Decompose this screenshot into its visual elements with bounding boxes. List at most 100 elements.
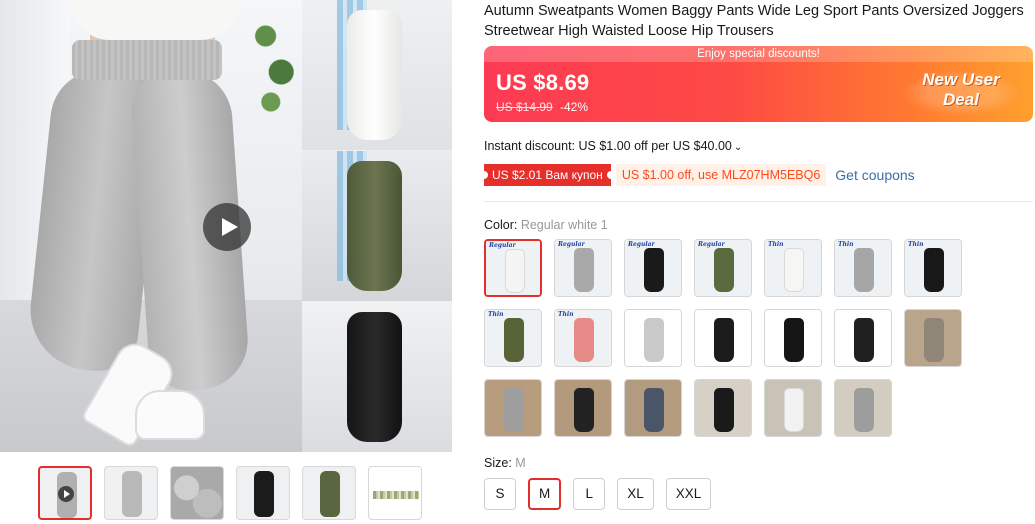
side-image-black-pants[interactable] (302, 302, 452, 452)
color-option[interactable] (554, 379, 612, 437)
color-option-tag: Regular (489, 242, 516, 249)
divider (484, 201, 1033, 202)
product-image-gallery (0, 0, 452, 452)
color-option-pants (714, 388, 734, 432)
black-pants (347, 312, 402, 442)
white-pants (347, 10, 402, 140)
color-option[interactable] (484, 379, 542, 437)
color-option-pants (924, 248, 944, 292)
right-sneaker (135, 390, 205, 440)
new-user-deal-badge: New User Deal (901, 70, 1021, 116)
color-option[interactable]: Regular (554, 239, 612, 297)
color-option[interactable]: Thin (904, 239, 962, 297)
side-image-olive-pants[interactable] (302, 151, 452, 301)
instant-discount-text: Instant discount: US $1.00 off per US $4… (484, 139, 732, 153)
thumbnail-grey-pants[interactable] (104, 466, 158, 520)
color-option-pants (644, 248, 664, 292)
size-options: S M L XL XXL (484, 478, 712, 510)
color-option-pants (644, 388, 664, 432)
thumbnail-video[interactable] (38, 466, 92, 520)
get-coupons-link[interactable]: Get coupons (835, 167, 914, 183)
color-option[interactable] (764, 309, 822, 367)
color-option[interactable] (834, 379, 892, 437)
size-option-s[interactable]: S (484, 478, 516, 510)
color-option[interactable]: Regular (694, 239, 752, 297)
thumbnail-pants (254, 471, 274, 517)
size-option-xxl[interactable]: XXL (665, 478, 712, 510)
color-option-pants (504, 318, 524, 362)
model-top (70, 0, 240, 40)
color-option[interactable]: Thin (834, 239, 892, 297)
color-option-pants (574, 248, 594, 292)
product-info: Autumn Sweatpants Women Baggy Pants Wide… (480, 0, 1035, 510)
thumbnail-fabric[interactable] (170, 466, 224, 520)
thumbnail-black-pants[interactable] (236, 466, 290, 520)
color-option-tag: Regular (628, 241, 655, 248)
size-option-l[interactable]: L (573, 478, 606, 510)
color-option[interactable] (904, 309, 962, 367)
size-label-text: Size: (484, 456, 512, 470)
color-option-pants (574, 388, 594, 432)
play-video-button[interactable] (203, 203, 251, 251)
color-option[interactable]: Thin (554, 309, 612, 367)
color-option-pants (854, 388, 874, 432)
size-label: Size: M (484, 456, 526, 470)
main-product-image[interactable] (0, 0, 302, 452)
size-option-xl[interactable]: XL (617, 478, 654, 510)
product-title: Autumn Sweatpants Women Baggy Pants Wide… (484, 3, 1024, 39)
color-options: Regular Regular Regular Regular Thin Thin Thin… (484, 239, 974, 437)
color-option[interactable]: Regular (484, 239, 542, 297)
color-option-tag: Thin (908, 241, 924, 248)
color-option-pants (784, 318, 804, 362)
color-option-tag: Thin (838, 241, 854, 248)
selected-color: Regular white 1 (520, 218, 608, 232)
badge-line-2: Deal (943, 90, 979, 109)
color-option-pants (505, 249, 525, 293)
selected-size: M (515, 456, 526, 470)
color-option-tag: Thin (488, 311, 504, 318)
badge-line-1: New User (922, 70, 1000, 89)
play-icon (58, 486, 74, 502)
color-option-pants (854, 318, 874, 362)
color-label: Color: Regular white 1 (484, 218, 608, 232)
color-option[interactable] (624, 309, 682, 367)
current-price: US $8.69 (496, 70, 590, 95)
color-option-tag: Regular (698, 241, 725, 248)
color-option-pants (504, 388, 524, 432)
coupon-row: US $2.01 Вам купон US $1.00 off, use MLZ… (480, 163, 915, 187)
discount-percent: -42% (560, 100, 589, 114)
instant-discount[interactable]: Instant discount: US $1.00 off per US $4… (484, 139, 742, 153)
promo-code-badge[interactable]: US $1.00 off, use MLZ07HM5EBQ6 (615, 164, 827, 186)
color-option[interactable]: Thin (764, 239, 822, 297)
color-option[interactable] (764, 379, 822, 437)
color-option-tag: Regular (558, 241, 585, 248)
color-option-pants (714, 318, 734, 362)
thumbnail-pants (320, 471, 340, 517)
pants-waistband (72, 40, 222, 80)
thumbnail-color-swatch[interactable] (368, 466, 422, 520)
color-option[interactable]: Thin (484, 309, 542, 367)
color-option[interactable] (694, 379, 752, 437)
color-option-pants (644, 318, 664, 362)
play-icon (222, 218, 238, 236)
thumbnail-strip (38, 466, 422, 520)
color-option[interactable] (694, 309, 752, 367)
color-option-pants (784, 388, 804, 432)
side-image-white-pants[interactable] (302, 0, 452, 150)
color-option[interactable]: Regular (624, 239, 682, 297)
color-option[interactable] (624, 379, 682, 437)
thumbnail-olive-pants[interactable] (302, 466, 356, 520)
olive-pants (347, 161, 402, 291)
color-option-tag: Thin (768, 241, 784, 248)
price-banner: Enjoy special discounts! US $8.69 US $14… (484, 46, 1033, 122)
color-option-pants (924, 318, 944, 362)
size-option-m[interactable]: M (528, 478, 562, 510)
thumbnail-pants (122, 471, 142, 517)
coupon-badge[interactable]: US $2.01 Вам купон (480, 164, 615, 186)
chevron-down-icon: ⌄ (733, 142, 743, 153)
color-option-tag: Thin (558, 311, 574, 318)
special-discounts-header: Enjoy special discounts! (484, 46, 1033, 62)
color-option[interactable] (834, 309, 892, 367)
color-option-pants (854, 248, 874, 292)
color-option-pants (714, 248, 734, 292)
